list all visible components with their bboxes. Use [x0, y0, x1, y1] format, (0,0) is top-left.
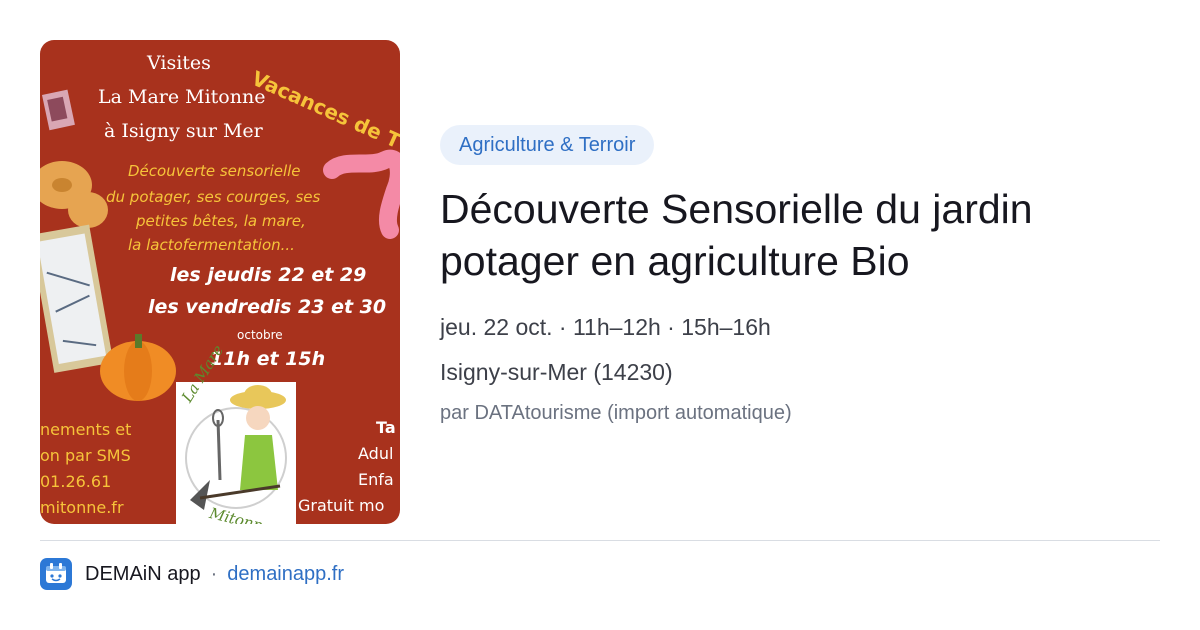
poster-title-line: à Isigny sur Mer	[104, 120, 263, 142]
poster-left-line: nements et	[40, 420, 132, 439]
poster-left-line: on par SMS	[40, 446, 131, 465]
poster-right-line: Ta	[376, 418, 396, 437]
app-name: DEMAiN app	[85, 562, 201, 585]
demain-app-icon	[40, 558, 72, 590]
poster-desc-line: la lactofermentation...	[128, 236, 295, 254]
pumpkin-drawing	[100, 334, 176, 401]
poster-desc-line: Découverte sensorielle	[128, 162, 301, 180]
poster-right-line: Adul	[358, 444, 394, 463]
poster-left-line: mitonne.fr	[40, 498, 124, 517]
poster-desc-line: du potager, ses courges, ses	[106, 188, 321, 206]
poster-right-line: Enfa	[358, 470, 394, 489]
poster-month: octobre	[237, 328, 283, 342]
poster-right-line: Gratuit mo	[298, 496, 385, 515]
poster-title-line: Visites	[147, 52, 211, 74]
photo-scrap	[42, 89, 75, 131]
footer-separator: ·	[210, 562, 218, 585]
notebook-drawing	[40, 224, 114, 373]
footer-divider	[40, 540, 1160, 541]
domain-link[interactable]: demainapp.fr	[227, 563, 344, 586]
poster-date-line: les jeudis 22 et 29	[170, 264, 367, 286]
footer: DEMAiN app · demainapp.fr	[40, 557, 344, 591]
event-schedule: jeu. 22 oct. · 11h–12h · 15h–16h	[440, 314, 771, 340]
category-badge[interactable]: Agriculture & Terroir	[440, 125, 655, 165]
peanut-drawing	[40, 161, 108, 228]
event-source: par DATAtourisme (import automatique)	[440, 402, 792, 424]
event-poster-image[interactable]: Visites La Mare Mitonne à Isigny sur Mer…	[40, 40, 400, 524]
poster-desc-line: petites bêtes, la mare,	[136, 212, 306, 230]
event-title: Découverte Sensorielle du jardin potager…	[440, 186, 1033, 284]
poster-left-line: 01.26.61	[40, 472, 112, 491]
poster-hours: 11h et 15h	[210, 348, 326, 370]
worm-drawing	[323, 149, 400, 239]
poster-title-line: La Mare Mitonne	[98, 86, 266, 108]
poster-date-line: les vendredis 23 et 30	[148, 296, 387, 318]
event-location: Isigny-sur-Mer (14230)	[440, 359, 673, 385]
